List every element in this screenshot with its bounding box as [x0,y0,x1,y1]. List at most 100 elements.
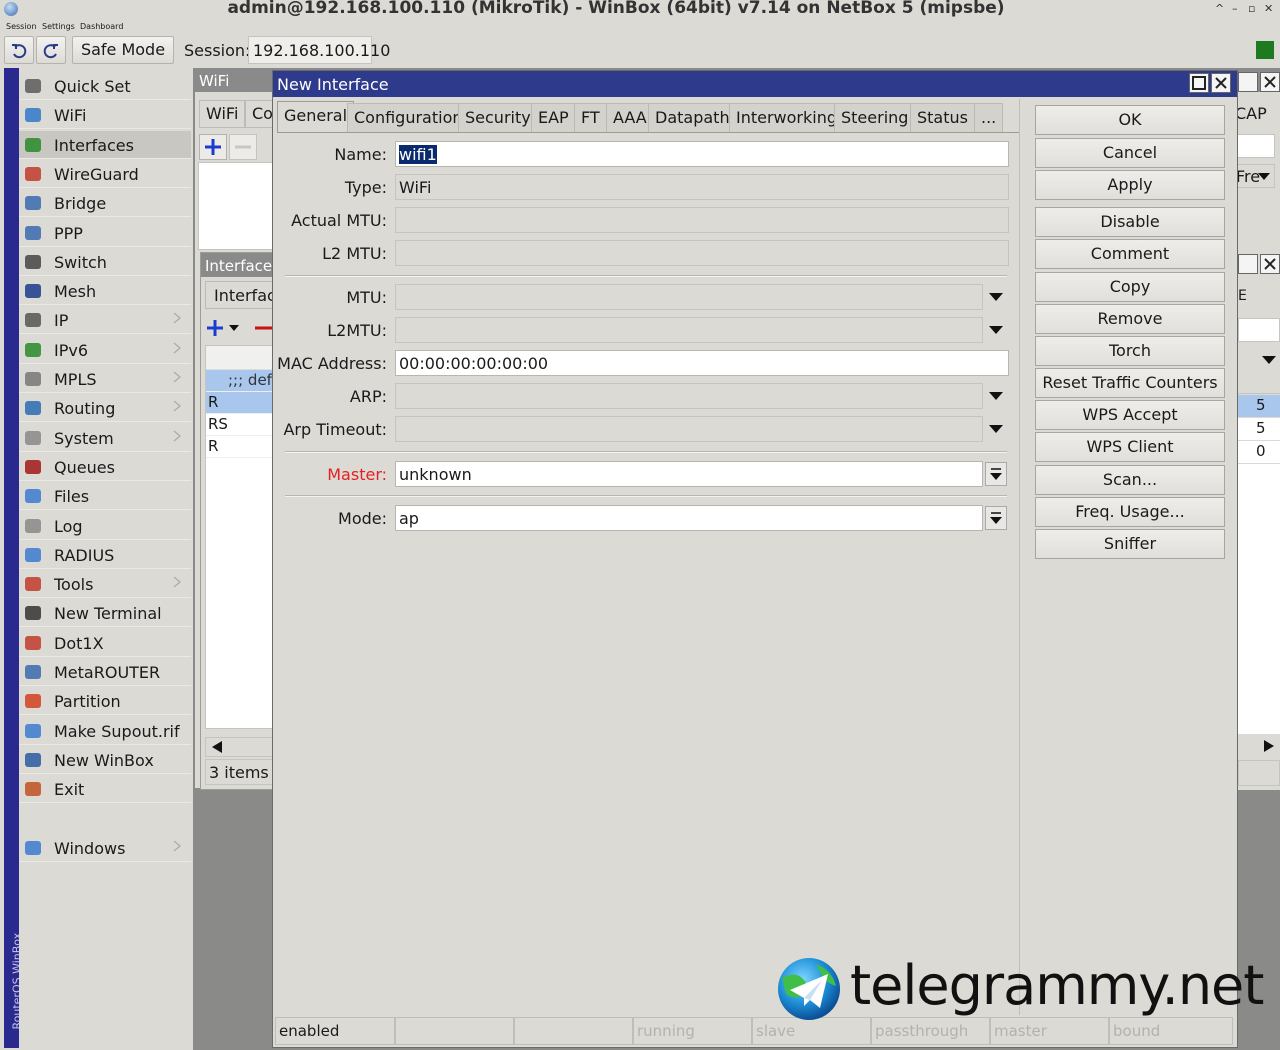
menu-item-bridge[interactable]: Bridge [19,189,191,218]
master-field[interactable]: unknown [395,461,983,487]
name-field[interactable]: wifi1 [395,141,1009,167]
dropdown-arrow-icon[interactable] [1262,356,1276,364]
menu-item-ipv6[interactable]: IPv6 [19,336,191,364]
wps-accept-button[interactable]: WPS Accept [1035,400,1225,430]
freq-usage-button[interactable]: Freq. Usage... [1035,497,1225,527]
arp-timeout-dropdown[interactable] [985,418,1007,440]
wifi-close-button[interactable] [1260,72,1280,92]
menu-item-partition[interactable]: Partition [19,687,191,716]
reset-traffic-counters-button[interactable]: Reset Traffic Counters [1035,368,1225,398]
tab-status[interactable]: Status [910,103,975,133]
l2mtu-field[interactable] [395,317,983,343]
list-item[interactable]: R [206,392,282,414]
mtu-field[interactable] [395,284,983,310]
right-field-remnant[interactable] [1235,134,1275,158]
disable-button[interactable]: Disable [1035,207,1225,237]
tab-ft[interactable]: FT [574,103,607,133]
mode-dropdown[interactable] [985,506,1007,530]
window-close-button[interactable]: ✕ [1264,2,1273,15]
menu-settings[interactable]: Settings [42,22,75,31]
dialog-title[interactable]: New Interface [273,71,1237,97]
interface-maximize-button[interactable] [1238,254,1258,274]
cancel-button[interactable]: Cancel [1035,138,1225,168]
ok-button[interactable]: OK [1035,105,1225,135]
tab-general[interactable]: General [277,101,355,133]
horizontal-scrollbar[interactable] [205,737,281,757]
window-minimize-button[interactable]: – [1232,2,1238,15]
menu-item-queues[interactable]: Queues [19,453,191,481]
mode-field[interactable]: ap [395,505,983,531]
wifi-add-button[interactable] [199,134,227,160]
tab-interworking[interactable]: Interworking [729,103,845,133]
scan-button[interactable]: Scan... [1035,465,1225,495]
menu-item-mpls[interactable]: MPLS [19,365,191,393]
remove-button[interactable]: Remove [1035,304,1225,334]
menu-item-wifi[interactable]: WiFi [19,101,191,130]
tab-steering[interactable]: Steering [834,103,916,133]
menu-item-system[interactable]: System [19,424,191,452]
interface-window-title[interactable]: Interface [201,253,281,277]
list-item-comment[interactable]: ;;; def [206,370,282,392]
list-item[interactable]: RS [206,414,282,436]
right-filter-field[interactable] [1238,318,1280,342]
frequency-dropdown-remnant[interactable]: Fre [1235,164,1275,188]
wifi-remove-button[interactable] [229,134,257,160]
menu-item-routing[interactable]: Routing [19,394,191,423]
mtu-dropdown[interactable] [985,286,1007,308]
scroll-left-icon[interactable] [212,741,222,753]
menu-session[interactable]: Session [6,22,37,31]
undo-button[interactable] [4,36,34,64]
dialog-close-button[interactable] [1211,73,1231,93]
menu-dashboard[interactable]: Dashboard [80,22,123,31]
arp-field[interactable] [395,383,983,409]
menu-item-new-terminal[interactable]: New Terminal [19,599,191,628]
apply-button[interactable]: Apply [1035,170,1225,200]
menu-item-wireguard[interactable]: WireGuard [19,160,191,188]
menu-item-new-winbox[interactable]: New WinBox [19,746,191,774]
menu-item-ip[interactable]: IP [19,306,191,335]
menu-item-interfaces[interactable]: Interfaces [19,130,191,159]
wifi-maximize-button[interactable] [1238,72,1258,92]
redo-button[interactable] [36,36,66,64]
mac-address-field[interactable]: 00:00:00:00:00:00 [395,350,1009,376]
tab-security[interactable]: Security [458,103,538,133]
menu-item-switch[interactable]: Switch [19,248,191,276]
menu-item-dot1x[interactable]: Dot1X [19,629,191,657]
torch-button[interactable]: Torch [1035,336,1225,366]
tab-wifi[interactable]: WiFi [199,100,246,128]
comment-button[interactable]: Comment [1035,239,1225,269]
interface-close-button[interactable] [1260,254,1280,274]
safe-mode-button[interactable]: Safe Mode [72,36,174,64]
menu-item-quick-set[interactable]: Quick Set [19,72,191,100]
window-maximize-button[interactable]: ▫ [1248,2,1255,15]
tab-datapath[interactable]: Datapath [648,103,737,133]
menu-item-metarouter[interactable]: MetaROUTER [19,658,191,686]
tab-aaa[interactable]: AAA [606,103,654,133]
menu-item-mesh[interactable]: Mesh [19,277,191,306]
window-shade-button[interactable]: ^ [1215,2,1224,15]
menu-item-exit[interactable]: Exit [19,775,191,804]
menu-item-log[interactable]: Log [19,512,191,540]
arp-dropdown[interactable] [985,385,1007,407]
add-dropdown-button[interactable] [205,317,241,339]
wifi-list[interactable] [198,162,278,250]
l2mtu-dropdown[interactable] [985,319,1007,341]
menu-item-windows[interactable]: Windows [19,834,191,862]
tab-configuration[interactable]: Configuration [347,103,470,133]
list-item[interactable]: R [206,436,282,458]
dialog-maximize-button[interactable] [1189,73,1209,93]
menu-item-ppp[interactable]: PPP [19,219,191,247]
menu-item-files[interactable]: Files [19,482,191,511]
wps-client-button[interactable]: WPS Client [1035,432,1225,462]
row-remnant-3[interactable]: 0 [1238,441,1280,463]
session-field[interactable]: 192.168.100.110 [248,36,390,64]
menu-item-radius[interactable]: RADIUS [19,541,191,569]
copy-button[interactable]: Copy [1035,272,1225,302]
row-remnant-1[interactable]: 5 [1238,395,1280,417]
row-remnant-2[interactable]: 5 [1238,418,1280,440]
scroll-right-icon[interactable] [1264,740,1274,752]
tab-more[interactable]: ... [974,103,1004,133]
menu-item-tools[interactable]: Tools [19,570,191,599]
menu-item-make-supout-rif[interactable]: Make Supout.rif [19,717,191,745]
arp-timeout-field[interactable] [395,416,983,442]
